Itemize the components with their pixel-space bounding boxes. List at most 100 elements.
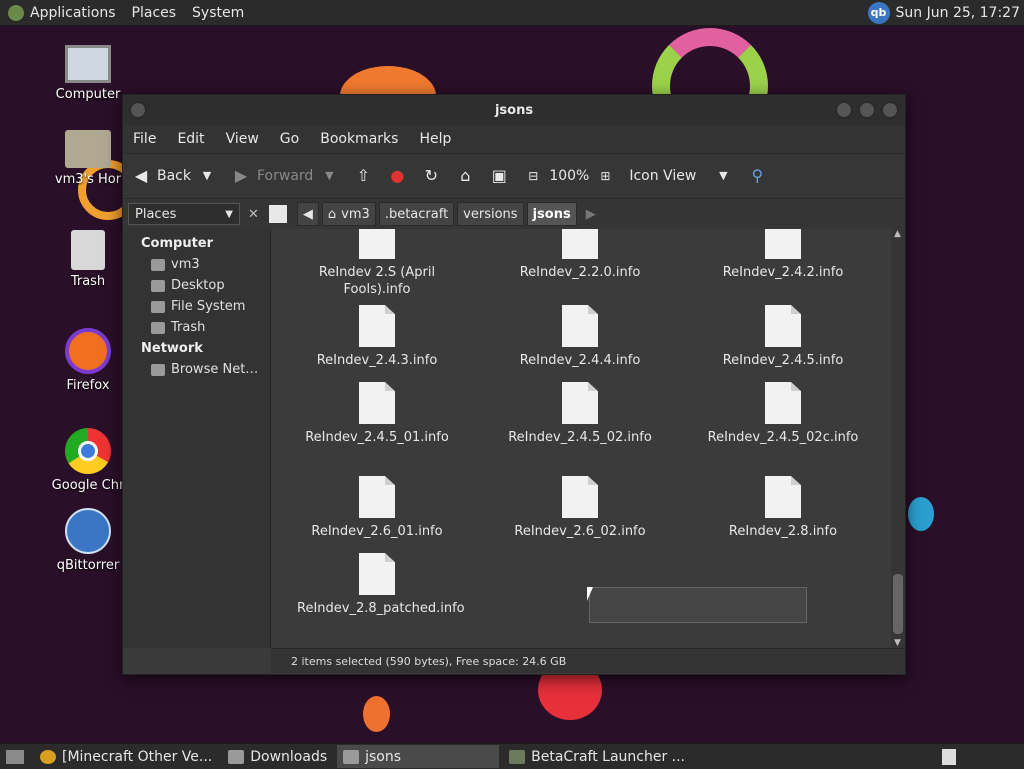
sidebar-item-vm3[interactable]: vm3 [123,254,270,275]
file-name: ReIndev_2.8_patched.info [297,601,465,616]
sidebar-item-label: File System [171,299,246,314]
scrollbar-thumb[interactable] [893,574,903,634]
sidebar-item-trash[interactable]: Trash [123,317,270,338]
file-item[interactable]: ReIndev_2.6_01.info [297,476,457,540]
desktop-icon-label: qBittorrer [56,558,120,573]
menu-bookmarks[interactable]: Bookmarks [320,131,398,147]
location-bar: Places ▼ ✕ ◀ ⌂ vm3 .betacraft versions j… [123,199,905,229]
file-item[interactable]: ReIndev_2.8.info [703,476,863,540]
window-titlebar[interactable]: jsons [123,95,905,125]
file-name: ReIndev_2.6_01.info [311,524,443,539]
reload-icon: ↻ [424,166,439,185]
places-select-label: Places [135,206,177,222]
folder-icon [343,749,360,764]
forward-arrow-icon: ▶ [234,166,248,185]
mate-logo-icon[interactable] [8,4,24,21]
show-desktop-icon[interactable] [6,749,24,764]
task-minecraft-browser[interactable]: [Minecraft Other Ve... [34,745,218,768]
reload-button[interactable]: ↻ [421,166,441,186]
places-sidebar: Computer vm3 Desktop File System Trash N… [123,229,271,648]
zoom-out-icon[interactable]: ⊟ [523,166,543,186]
file-item[interactable]: ReIndev_2.8_patched.info [297,553,465,617]
zoom-in-icon[interactable]: ⊞ [595,166,615,186]
up-button[interactable]: ⇧ [353,166,373,186]
toolbar: ◀ Back ▼ ▶ Forward ▼ ⇧ ● ↻ ⌂ ▣ ⊟ 100% ⊞ … [123,153,905,199]
view-mode-label: Icon View [629,168,697,184]
sidebar-item-desktop[interactable]: Desktop [123,275,270,296]
desktop-icon [151,279,165,292]
view-mode-select[interactable]: Icon View ▼ [629,166,733,186]
menu-places[interactable]: Places [132,5,177,21]
scroll-down-icon[interactable]: ▼ [894,638,901,648]
close-button[interactable] [881,101,899,119]
places-select[interactable]: Places ▼ [128,203,240,225]
file-item[interactable]: ReIndev_2.6_02.info [500,476,660,540]
back-arrow-icon: ◀ [134,166,148,185]
workspace-switcher-icon[interactable] [942,748,956,765]
task-betacraft[interactable]: BetaCraft Launcher ... [503,745,691,768]
maximize-button[interactable] [858,101,876,119]
search-button[interactable]: ⚲ [747,166,767,186]
file-item[interactable]: ReIndev_2.4.5_02.info [500,382,660,446]
desktop-icon-label: Computer [55,87,121,102]
crumb-jsons[interactable]: jsons [526,202,577,226]
edit-location-icon[interactable] [268,205,287,223]
window-menu-button[interactable] [129,101,147,119]
crumb-scroll-right[interactable]: ▶ [586,207,596,222]
menu-file[interactable]: File [133,131,156,147]
file-item[interactable]: ReIndev 2.S (April Fools).info [297,229,457,298]
search-icon: ⚲ [751,166,764,185]
menu-view[interactable]: View [226,131,259,147]
status-bar: 2 items selected (590 bytes), Free space… [271,648,905,673]
chevron-down-icon[interactable]: ▼ [197,166,217,186]
menu-edit[interactable]: Edit [177,131,204,147]
task-jsons[interactable]: jsons [337,745,500,768]
desktop-icon-label: Trash [70,274,106,289]
file-item[interactable]: ReIndev_2.4.2.info [703,229,863,281]
home-button[interactable]: ⌂ [455,166,475,186]
computer-button[interactable]: ▣ [489,166,509,186]
file-item[interactable]: ReIndev_2.4.4.info [500,305,660,369]
menu-system[interactable]: System [192,5,244,21]
menu-help[interactable]: Help [419,131,451,147]
drive-icon [151,300,165,313]
file-name: ReIndev_2.4.5_01.info [305,430,449,445]
menu-go[interactable]: Go [280,131,299,147]
file-item[interactable]: ReIndev_2.2.0.info [500,229,660,281]
zoom-control[interactable]: ⊟ 100% ⊞ [523,166,615,186]
scroll-up-icon[interactable]: ▲ [894,229,901,239]
qbittorrent-icon [65,508,111,554]
file-item[interactable]: ReIndev_2.4.5_02c.info [703,382,863,446]
document-icon [359,305,395,347]
document-icon [359,229,395,259]
bottom-taskbar: [Minecraft Other Ve... Downloads jsons B… [0,743,1024,769]
crumb-scroll-left[interactable]: ◀ [296,202,319,226]
task-downloads[interactable]: Downloads [222,745,333,768]
task-label: Downloads [250,748,328,765]
forward-button[interactable]: ▶ Forward ▼ [231,166,339,186]
crumb-versions[interactable]: versions [457,202,524,226]
file-item[interactable]: ReIndev_2.4.5.info [703,305,863,369]
file-item[interactable]: ReIndev_2.4.5_01.info [297,382,457,446]
qbittorrent-tray-icon[interactable]: qb [867,1,890,24]
vertical-scrollbar[interactable]: ▲ ▼ [891,229,905,648]
sidebar-item-browse-network[interactable]: Browse Net… [123,359,270,380]
file-item[interactable]: ReIndev_2.4.3.info [297,305,457,369]
zoom-level: 100% [549,168,590,184]
stop-icon: ● [390,166,405,185]
sidebar-item-label: Trash [171,320,206,335]
stop-button[interactable]: ● [387,166,407,186]
crumb-vm3[interactable]: ⌂ vm3 [321,202,376,226]
clock[interactable]: Sun Jun 25, 17:27 [896,5,1020,21]
file-name: ReIndev_2.2.0.info [519,265,641,280]
task-label: [Minecraft Other Ve... [62,748,213,765]
menu-applications[interactable]: Applications [30,5,116,21]
minimize-button[interactable] [835,101,853,119]
wallpaper-orange-dot [363,696,390,732]
crumb-betacraft[interactable]: .betacraft [378,202,455,226]
sidebar-item-file-system[interactable]: File System [123,296,270,317]
chevron-down-icon[interactable]: ▼ [319,166,339,186]
close-sidebar-icon[interactable]: ✕ [248,207,259,222]
file-icon-view[interactable]: ReIndev 2.S (April Fools).info ReIndev_2… [271,229,905,648]
back-button[interactable]: ◀ Back ▼ [131,166,217,186]
